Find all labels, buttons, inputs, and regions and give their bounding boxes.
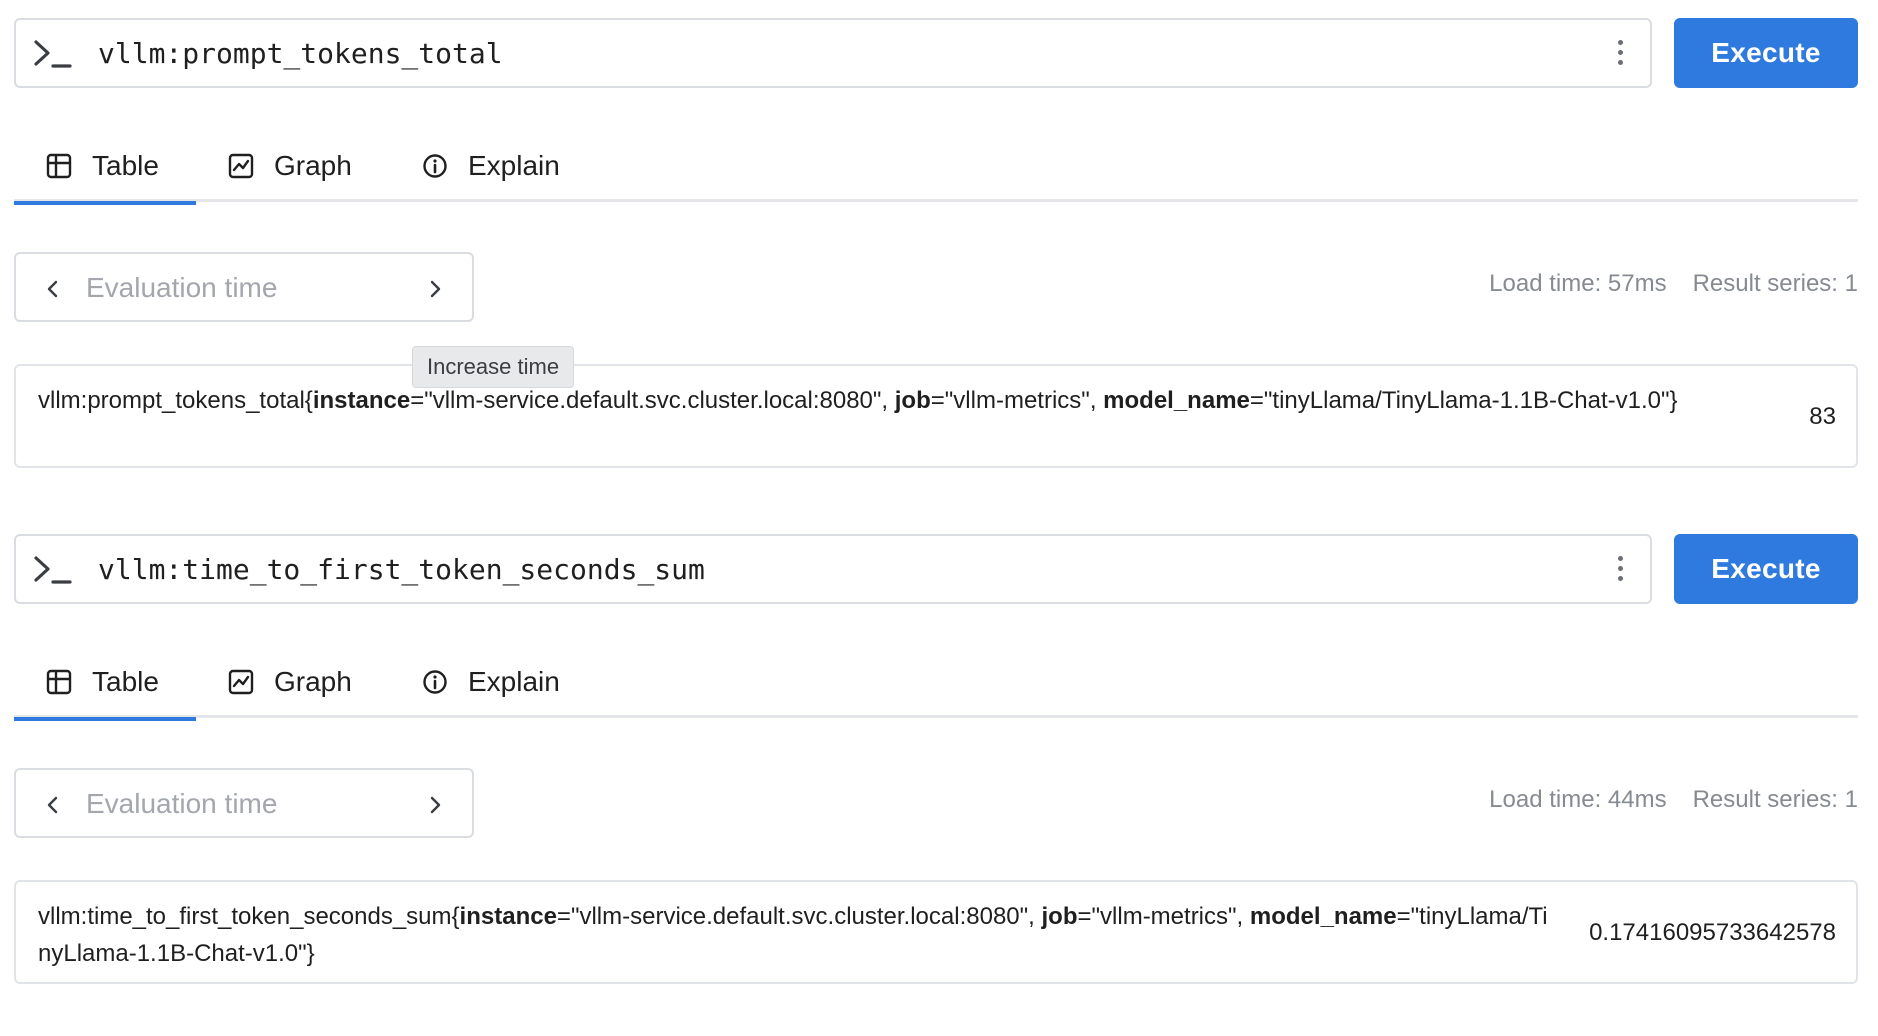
tab-label: Explain: [468, 150, 560, 181]
expression-input[interactable]: vllm:prompt_tokens_total: [14, 18, 1652, 88]
tab-label: Explain: [468, 666, 560, 697]
tab-label: Table: [92, 666, 159, 697]
metric-name: vllm:prompt_tokens_total: [38, 387, 305, 414]
query-panel-2: vllm:time_to_first_token_seconds_sum Exe…: [0, 516, 1878, 1036]
label-value: "vllm-service.default.svc.cluster.local:…: [570, 903, 1029, 930]
tab-table[interactable]: Table: [14, 646, 196, 721]
graph-icon: [228, 669, 254, 695]
label-value: "tinyLlama/TinyLlama-1.1B-Chat-v1.0": [1263, 387, 1670, 414]
evaluation-time-control: [14, 252, 474, 322]
chevron-right-icon[interactable]: [420, 790, 450, 820]
result-series-count: Result series: 1: [1692, 786, 1858, 813]
tab-table[interactable]: Table: [14, 130, 196, 205]
tab-label: Table: [92, 150, 159, 181]
evaluation-time-control: [14, 768, 474, 838]
tab-graph[interactable]: Graph: [228, 646, 352, 718]
tab-explain[interactable]: Explain: [422, 130, 560, 202]
chevron-left-icon[interactable]: [38, 274, 68, 304]
label-name: instance: [459, 903, 557, 930]
chevron-right-icon[interactable]: [420, 274, 450, 304]
label-brace: {: [451, 903, 460, 930]
query-stats: Load time: 57ms Result series: 1: [1489, 270, 1858, 298]
result-row: vllm:time_to_first_token_seconds_sum{ins…: [14, 880, 1858, 984]
result-series-count: Result series: 1: [1692, 270, 1858, 297]
label-value: "vllm-metrics": [1091, 903, 1237, 930]
result-value: 83: [1809, 403, 1836, 430]
expression-input[interactable]: vllm:time_to_first_token_seconds_sum: [14, 534, 1652, 604]
series-labels: vllm:time_to_first_token_seconds_sum{ins…: [38, 903, 1548, 967]
expression-text[interactable]: vllm:time_to_first_token_seconds_sum: [98, 550, 705, 590]
label-brace: }: [1669, 387, 1678, 414]
execute-button[interactable]: Execute: [1674, 534, 1858, 604]
terminal-prompt-icon: [34, 40, 72, 68]
increase-time-tooltip: Increase time: [412, 346, 575, 388]
label-brace: }: [306, 940, 315, 967]
label-name: model_name: [1249, 903, 1397, 930]
kebab-menu-icon[interactable]: [1614, 556, 1626, 586]
tab-label: Graph: [274, 150, 352, 181]
result-value: 0.17416095733642578: [1589, 919, 1836, 946]
label-value: "vllm-service.default.svc.cluster.local:…: [424, 387, 882, 414]
view-tabs: Table Graph Explain: [14, 646, 1858, 721]
table-icon: [46, 669, 72, 695]
execute-button[interactable]: Execute: [1674, 18, 1858, 88]
series-labels: vllm:prompt_tokens_total{instance="vllm-…: [38, 387, 1678, 414]
evaluation-time-input[interactable]: [84, 266, 408, 310]
chevron-left-icon[interactable]: [38, 790, 68, 820]
query-stats: Load time: 44ms Result series: 1: [1489, 786, 1858, 814]
label-name: job: [1041, 903, 1078, 930]
tab-graph[interactable]: Graph: [228, 130, 352, 202]
label-name: model_name: [1103, 387, 1250, 414]
metric-name: vllm:time_to_first_token_seconds_sum: [38, 903, 452, 930]
info-icon: [423, 670, 447, 694]
graph-icon: [228, 153, 254, 179]
label-name: instance: [312, 387, 411, 414]
tab-label: Graph: [274, 666, 352, 697]
label-name: job: [894, 387, 931, 414]
tab-explain[interactable]: Explain: [422, 646, 560, 718]
query-panel-1: vllm:prompt_tokens_total Execute Table G…: [0, 0, 1878, 520]
view-tabs: Table Graph Explain: [14, 130, 1858, 205]
expression-text[interactable]: vllm:prompt_tokens_total: [98, 34, 503, 74]
table-icon: [46, 153, 72, 179]
load-time: Load time: 44ms: [1489, 786, 1667, 813]
load-time: Load time: 57ms: [1489, 270, 1667, 297]
info-icon: [423, 154, 447, 178]
label-value: "vllm-metrics": [944, 387, 1090, 414]
label-brace: {: [304, 387, 313, 414]
terminal-prompt-icon: [34, 556, 72, 584]
kebab-menu-icon[interactable]: [1614, 40, 1626, 70]
evaluation-time-input[interactable]: [84, 782, 408, 826]
result-row: vllm:prompt_tokens_total{instance="vllm-…: [14, 364, 1858, 468]
